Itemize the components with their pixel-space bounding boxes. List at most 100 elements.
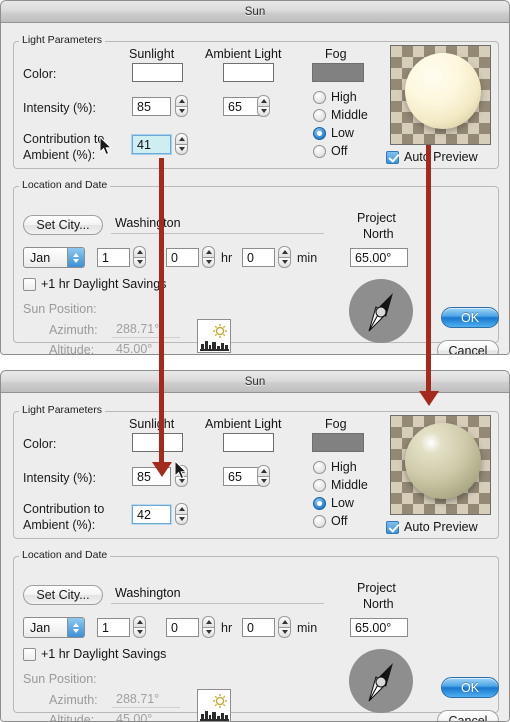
preview-sphere — [405, 423, 481, 499]
sunlight-intensity-input-top[interactable]: 85 — [132, 97, 171, 116]
auto-preview-label: Auto Preview — [404, 150, 478, 164]
ok-button-top[interactable]: OK — [441, 307, 499, 328]
minute-unit-label-bottom: min — [297, 621, 318, 635]
ambient-intensity-stepper-bottom[interactable] — [257, 465, 270, 487]
fog-radio-low-bottom[interactable]: Low — [313, 496, 354, 510]
fog-radio-label: Middle — [331, 108, 368, 122]
mouse-pointer-icon-bottom — [175, 461, 188, 480]
label-contribution-line1-bottom: Contribution to — [23, 502, 105, 516]
sunlight-intensity-stepper-top[interactable] — [175, 95, 188, 117]
compass-rose-icon — [368, 663, 393, 702]
compass-rose-top[interactable] — [349, 279, 413, 343]
fog-radio-label: High — [331, 90, 357, 104]
set-city-button-bottom[interactable]: Set City... — [23, 585, 103, 605]
hour-input-top[interactable]: 0 — [166, 248, 199, 267]
day-input-bottom[interactable]: 1 — [97, 618, 130, 637]
sunlight-color-swatch-bottom[interactable] — [132, 433, 183, 452]
altitude-value-top: 45.00° — [112, 340, 180, 355]
label-intensity-top: Intensity (%): — [23, 101, 96, 115]
ambient-color-swatch-bottom[interactable] — [223, 433, 274, 452]
fog-radio-off-top[interactable]: Off — [313, 144, 347, 158]
set-city-button-top[interactable]: Set City... — [23, 215, 103, 235]
window-title: Sun — [244, 5, 266, 18]
compass-rose-bottom[interactable] — [349, 649, 413, 713]
minute-unit-label-top: min — [297, 251, 318, 265]
daylight-savings-checkbox-top[interactable]: +1 hr Daylight Savings — [23, 277, 166, 291]
altitude-label-top: Altitude: — [49, 343, 95, 355]
sunlight-color-swatch-top[interactable] — [132, 63, 183, 82]
hour-stepper-bottom[interactable] — [202, 616, 215, 638]
sun-dialog-top: Sun Light Parameters Sunlight Ambient Li… — [0, 0, 510, 355]
ok-button-bottom[interactable]: OK — [441, 677, 499, 698]
daylight-savings-checkbox-bottom[interactable]: +1 hr Daylight Savings — [23, 647, 166, 661]
label-contribution-line1-top: Contribution to — [23, 132, 105, 146]
window-title: Sun — [244, 375, 266, 388]
azimuth-label-top: Azimuth: — [49, 323, 98, 337]
month-dropdown-bottom[interactable]: Jan — [23, 617, 85, 638]
auto-preview-checkbox-bottom[interactable]: Auto Preview — [386, 520, 478, 534]
altitude-label-bottom: Altitude: — [49, 713, 95, 722]
fog-color-swatch-bottom[interactable] — [312, 433, 364, 452]
city-field-top[interactable]: Washington — [111, 213, 324, 234]
fog-radio-middle-bottom[interactable]: Middle — [313, 478, 368, 492]
radio-dot-icon — [313, 496, 326, 510]
header-fog-bottom: Fog — [325, 417, 347, 431]
sun-horizon-icon-button-bottom[interactable] — [197, 689, 231, 721]
checkbox-icon — [386, 520, 399, 534]
project-north-label-line1-top: Project — [357, 211, 396, 225]
radio-dot-icon — [313, 108, 326, 122]
preview-image-top — [390, 45, 491, 145]
azimuth-label-bottom: Azimuth: — [49, 693, 98, 707]
day-input-top[interactable]: 1 — [97, 248, 130, 267]
fog-radio-label: Off — [331, 144, 348, 158]
checkbox-icon — [386, 150, 399, 164]
location-date-label-top: Location and Date — [19, 180, 111, 191]
project-north-input-bottom[interactable]: 65.00° — [350, 618, 408, 637]
fog-radio-middle-top[interactable]: Middle — [313, 108, 368, 122]
month-value: Jan — [30, 620, 51, 635]
header-ambient-light-bottom: Ambient Light — [205, 417, 282, 431]
header-fog-top: Fog — [325, 47, 347, 61]
hour-input-bottom[interactable]: 0 — [166, 618, 199, 637]
label-color-top: Color: — [23, 67, 57, 81]
fog-radio-label: Middle — [331, 478, 368, 492]
header-sunlight-top: Sunlight — [129, 47, 175, 61]
fog-color-swatch-top[interactable] — [312, 63, 364, 82]
mouse-pointer-icon-top — [100, 137, 113, 156]
day-stepper-top[interactable] — [133, 246, 146, 268]
preview-image-bottom — [390, 415, 491, 515]
contribution-input-top[interactable]: 41 — [132, 135, 171, 154]
compass-rose-icon — [368, 293, 393, 332]
city-field-bottom[interactable]: Washington — [111, 583, 324, 604]
auto-preview-checkbox-top[interactable]: Auto Preview — [386, 150, 478, 164]
month-value: Jan — [30, 250, 51, 265]
day-stepper-bottom[interactable] — [133, 616, 146, 638]
project-north-label-line2-top: North — [363, 227, 394, 241]
ambient-intensity-stepper-top[interactable] — [257, 95, 270, 117]
fog-radio-high-top[interactable]: High — [313, 90, 357, 104]
minute-input-top[interactable]: 0 — [242, 248, 275, 267]
titlebar-bottom[interactable]: Sun — [1, 371, 509, 393]
dialog-body-top: Light Parameters Sunlight Ambient Light … — [1, 23, 509, 354]
fog-radio-high-bottom[interactable]: High — [313, 460, 357, 474]
sun-horizon-icon-button-top[interactable] — [197, 319, 231, 353]
ambient-color-swatch-top[interactable] — [223, 63, 274, 82]
contribution-input-bottom[interactable]: 42 — [132, 505, 171, 524]
minute-input-bottom[interactable]: 0 — [242, 618, 275, 637]
fog-radio-low-top[interactable]: Low — [313, 126, 354, 140]
cancel-button-bottom[interactable]: Cancel — [437, 710, 499, 721]
hour-stepper-top[interactable] — [202, 246, 215, 268]
sun-position-title-top: Sun Position: — [23, 302, 97, 316]
project-north-input-top[interactable]: 65.00° — [350, 248, 408, 267]
titlebar-top[interactable]: Sun — [1, 1, 509, 23]
contribution-stepper-top[interactable] — [175, 133, 188, 155]
dialog-body-bottom: Light Parameters Sunlight Ambient Light … — [1, 393, 509, 721]
contribution-stepper-bottom[interactable] — [175, 503, 188, 525]
minute-stepper-bottom[interactable] — [278, 616, 291, 638]
minute-stepper-top[interactable] — [278, 246, 291, 268]
sunlight-intensity-input-bottom[interactable]: 85 — [132, 467, 171, 486]
month-dropdown-top[interactable]: Jan — [23, 247, 85, 268]
cancel-button-top[interactable]: Cancel — [437, 340, 499, 354]
fog-radio-off-bottom[interactable]: Off — [313, 514, 347, 528]
light-parameters-label-bottom: Light Parameters — [19, 405, 105, 416]
